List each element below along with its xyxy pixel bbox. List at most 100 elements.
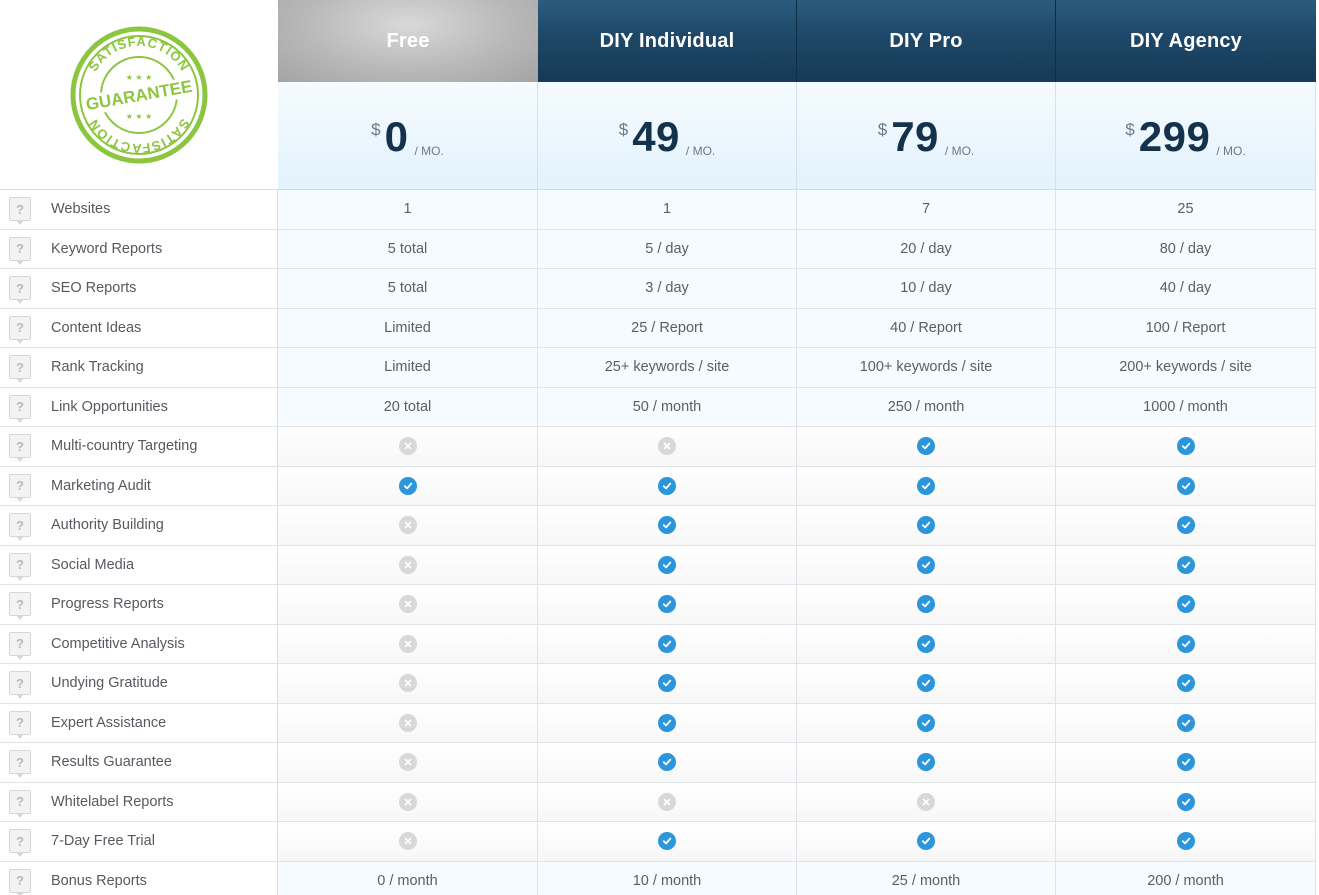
feature-value: 40 / Report xyxy=(797,308,1056,347)
help-tooltip-icon[interactable]: ? xyxy=(9,789,31,818)
plan-header-free: Free xyxy=(278,0,538,82)
feature-value: 25 xyxy=(1056,190,1316,229)
feature-label: Social Media xyxy=(51,556,135,573)
check-icon xyxy=(658,555,676,574)
check-icon xyxy=(658,753,676,772)
help-tooltip-icon[interactable]: ? xyxy=(9,236,31,265)
check-icon xyxy=(1176,792,1195,811)
price-diy-agency: $ 299 / MO. xyxy=(1056,82,1316,190)
feature-row-whitelabel-reports: ? Whitelabel Reports xyxy=(0,782,1316,822)
feature-value: Limited xyxy=(278,348,538,387)
feature-label: Content Ideas xyxy=(51,319,142,336)
feature-value-cell xyxy=(797,624,1056,663)
price-currency: $ xyxy=(1125,120,1135,139)
feature-row-keyword-reports: ? Keyword Reports 5 total 5 / day 20 / day 80… xyxy=(0,229,1316,269)
help-tooltip-icon[interactable]: ? xyxy=(9,671,31,700)
feature-row-content-ideas: ? Content Ideas Limited 25 / Report 40 / Rep… xyxy=(0,308,1316,348)
price-diy-pro: $ 79 / MO. xyxy=(797,82,1056,190)
feature-value-cell xyxy=(1056,466,1316,505)
feature-value-cell xyxy=(1056,427,1316,466)
feature-label: Multi-country Targeting xyxy=(51,438,198,455)
check-icon xyxy=(658,713,676,732)
feature-value: 1 xyxy=(538,190,797,229)
help-tooltip-icon[interactable]: ? xyxy=(9,197,31,226)
feature-value-cell xyxy=(1056,506,1316,545)
feature-value-cell xyxy=(797,466,1056,505)
feature-label: Authority Building xyxy=(51,517,164,534)
feature-value-cell xyxy=(278,506,538,545)
feature-cell: ? Websites xyxy=(0,190,278,229)
help-tooltip-icon[interactable]: ? xyxy=(9,473,31,502)
plan-name: DIY Individual xyxy=(599,29,735,52)
feature-value-cell xyxy=(1056,743,1316,782)
help-tooltip-icon[interactable]: ? xyxy=(9,315,31,344)
plan-header-diy-agency: DIY Agency xyxy=(1056,0,1316,82)
feature-value: 25+ keywords / site xyxy=(538,348,797,387)
feature-row-undying-gratitude: ? Undying Gratitude xyxy=(0,664,1316,704)
feature-value: 25 / Report xyxy=(538,308,797,347)
help-tooltip-icon[interactable]: ? xyxy=(9,434,31,463)
feature-cell: ? Competitive Analysis xyxy=(0,624,278,663)
cross-icon xyxy=(398,713,417,732)
feature-value-cell xyxy=(797,743,1056,782)
feature-row-7-day-free-trial: ? 7-Day Free Trial xyxy=(0,822,1316,862)
cross-icon xyxy=(398,674,417,693)
feature-value-cell xyxy=(797,545,1056,584)
help-tooltip-icon[interactable]: ? xyxy=(9,394,31,423)
help-tooltip-icon[interactable]: ? xyxy=(9,631,31,660)
help-tooltip-icon[interactable]: ? xyxy=(9,355,31,384)
feature-cell: ? Undying Gratitude xyxy=(0,664,278,703)
feature-value-cell xyxy=(278,466,538,505)
help-tooltip-icon[interactable]: ? xyxy=(9,829,31,858)
feature-row-social-media: ? Social Media xyxy=(0,545,1316,585)
satisfaction-guarantee-seal: SATISFACTION SATISFACTION GUARANTEE ★ ★ … xyxy=(70,26,208,164)
price-amount: 299 xyxy=(1138,113,1211,160)
feature-row-link-opportunities: ? Link Opportunities 20 total 50 / month 250… xyxy=(0,387,1316,427)
feature-value-cell xyxy=(797,585,1056,624)
check-icon xyxy=(1176,516,1195,535)
feature-value-cell xyxy=(1056,585,1316,624)
check-icon xyxy=(1176,634,1195,653)
feature-value-cell xyxy=(278,585,538,624)
price-amount: 79 xyxy=(891,113,939,160)
help-tooltip-icon[interactable]: ? xyxy=(9,868,31,895)
help-tooltip-icon[interactable]: ? xyxy=(9,276,31,305)
feature-row-authority-building: ? Authority Building xyxy=(0,506,1316,546)
price-period: / MO. xyxy=(1216,144,1246,158)
check-icon xyxy=(917,555,935,574)
feature-cell: ? SEO Reports xyxy=(0,269,278,308)
feature-cell: ? Expert Assistance xyxy=(0,703,278,742)
feature-value-cell xyxy=(538,545,797,584)
seal-stars-bottom: ★ ★ ★ xyxy=(126,112,153,121)
help-tooltip-icon[interactable]: ? xyxy=(9,552,31,581)
feature-label: Results Guarantee xyxy=(51,754,172,771)
cross-icon xyxy=(398,516,417,535)
check-icon xyxy=(658,634,676,653)
feature-value-cell xyxy=(797,664,1056,703)
feature-value-cell xyxy=(278,545,538,584)
check-icon xyxy=(1176,832,1195,851)
feature-value-cell xyxy=(538,585,797,624)
check-icon xyxy=(658,476,676,495)
feature-value: 20 total xyxy=(278,387,538,426)
price-amount: 49 xyxy=(632,113,680,160)
help-tooltip-icon[interactable]: ? xyxy=(9,513,31,542)
feature-value: 40 / day xyxy=(1056,269,1316,308)
cross-icon xyxy=(917,792,935,811)
feature-label: Websites xyxy=(51,201,111,218)
price-free: $ 0 / MO. xyxy=(278,82,538,190)
feature-value-cell xyxy=(1056,703,1316,742)
feature-value: 50 / month xyxy=(538,387,797,426)
feature-value-cell xyxy=(538,664,797,703)
feature-value-cell xyxy=(538,743,797,782)
feature-value: 80 / day xyxy=(1056,229,1316,268)
help-tooltip-icon[interactable]: ? xyxy=(9,750,31,779)
help-tooltip-icon[interactable]: ? xyxy=(9,592,31,621)
feature-value-cell xyxy=(278,703,538,742)
feature-row-rank-tracking: ? Rank Tracking Limited 25+ keywords / site… xyxy=(0,348,1316,388)
check-icon xyxy=(658,516,676,535)
feature-value-cell xyxy=(797,427,1056,466)
feature-value-cell xyxy=(538,506,797,545)
check-icon xyxy=(658,595,676,614)
help-tooltip-icon[interactable]: ? xyxy=(9,710,31,739)
